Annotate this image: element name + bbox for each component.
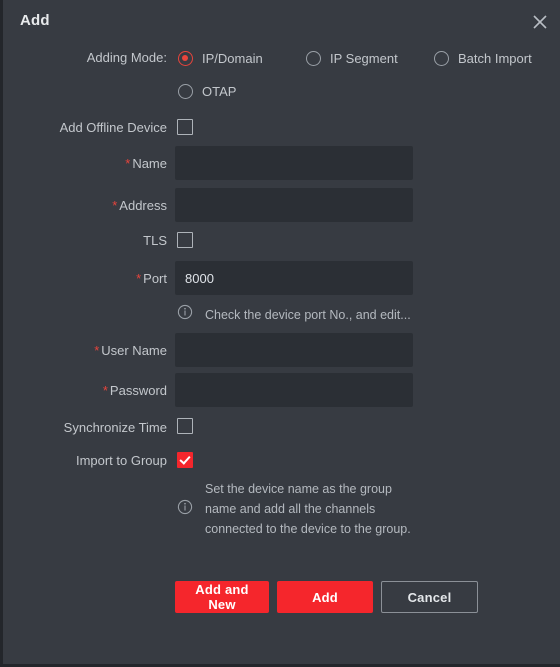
name-label: * Name — [7, 156, 167, 171]
add-device-dialog: Add Adding Mode: IP/Domain IP Segment Ba… — [0, 0, 560, 667]
import-to-group-hint-text: Set the device name as the group name an… — [205, 482, 411, 536]
user-name-label: * User Name — [7, 343, 167, 358]
user-name-required-marker: * — [94, 343, 100, 358]
radio-batch-import-label: Batch Import — [458, 50, 532, 66]
address-label: * Address — [7, 198, 167, 213]
radio-ip-segment-label: IP Segment — [330, 50, 398, 66]
add-offline-device-checkbox[interactable] — [177, 119, 193, 135]
name-required-marker: * — [125, 156, 131, 171]
close-icon[interactable] — [525, 7, 555, 37]
dialog-titlebar: Add — [3, 0, 560, 44]
user-name-label-text: User Name — [101, 343, 167, 358]
password-label-text: Password — [109, 383, 167, 398]
radio-ip-domain-indicator — [178, 50, 193, 66]
import-to-group-label: Import to Group — [75, 453, 167, 468]
import-to-group-hint: Set the device name as the group name an… — [177, 479, 411, 539]
radio-batch-import-indicator — [434, 50, 449, 66]
radio-otap-label: OTAP — [202, 83, 237, 99]
password-label: * Password — [7, 383, 167, 398]
add-and-new-button[interactable]: Add and New — [175, 581, 269, 613]
radio-otap-indicator — [178, 83, 193, 99]
password-input[interactable] — [175, 373, 413, 407]
address-required-marker: * — [112, 198, 118, 213]
port-input[interactable] — [175, 261, 413, 295]
user-name-input[interactable] — [175, 333, 413, 367]
add-offline-device-label: Add Offline Device — [59, 120, 167, 135]
radio-ip-domain[interactable]: IP/Domain — [178, 48, 263, 68]
name-label-text: Name — [132, 156, 167, 171]
synchronize-time-checkbox[interactable] — [177, 418, 193, 434]
radio-ip-domain-label: IP/Domain — [202, 50, 263, 66]
address-label-text: Address — [119, 198, 167, 213]
synchronize-time-label: Synchronize Time — [63, 420, 167, 435]
adding-mode-label: Adding Mode: — [86, 50, 167, 65]
address-input[interactable] — [175, 188, 413, 222]
info-icon — [177, 499, 193, 520]
tls-label: TLS — [143, 233, 167, 248]
radio-otap[interactable]: OTAP — [178, 81, 236, 101]
password-required-marker: * — [102, 383, 108, 398]
port-label: * Port — [7, 271, 167, 286]
import-to-group-checkbox[interactable] — [177, 452, 193, 468]
tls-checkbox[interactable] — [177, 232, 193, 248]
port-label-text: Port — [143, 271, 167, 286]
info-icon — [177, 304, 193, 325]
radio-batch-import[interactable]: Batch Import — [434, 48, 532, 68]
port-hint: Check the device port No., and edit... — [177, 304, 411, 325]
port-hint-text: Check the device port No., and edit... — [205, 307, 411, 322]
port-required-marker: * — [136, 271, 142, 286]
dialog-title: Add — [20, 12, 50, 29]
add-button[interactable]: Add — [277, 581, 373, 613]
cancel-button[interactable]: Cancel — [381, 581, 478, 613]
radio-ip-segment-indicator — [306, 50, 321, 66]
radio-ip-segment[interactable]: IP Segment — [306, 48, 398, 68]
name-input[interactable] — [175, 146, 413, 180]
